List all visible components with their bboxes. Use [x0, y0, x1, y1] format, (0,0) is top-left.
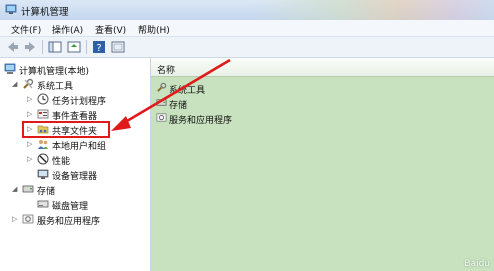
- back-arrow-icon[interactable]: [5, 39, 21, 55]
- details-pane: 名称 系统工具 存储 服务和应用程序 Baidu: [151, 58, 494, 271]
- menu-action[interactable]: 操作(A): [52, 23, 83, 36]
- title-bar: 计算机管理: [0, 0, 494, 21]
- watermark: Baidu: [464, 259, 490, 269]
- console-tree: 计算机管理(本地) ◢ 系统工具 ▷ 任务计划程序 ▷ 事件查看器 ▷ 共享文件…: [0, 58, 151, 271]
- column-header-name: 名称: [157, 66, 176, 76]
- clock-icon: [37, 93, 49, 105]
- expand-icon[interactable]: ▷: [12, 215, 20, 223]
- refresh-list-icon[interactable]: [66, 39, 82, 55]
- tree-label-local-users: 本地用户和组: [52, 142, 107, 152]
- storage-icon: [22, 185, 34, 193]
- list-item-label: 存储: [169, 101, 188, 111]
- tree-label-performance: 性能: [52, 157, 71, 167]
- disk-management-icon: [37, 200, 49, 208]
- forward-arrow-icon[interactable]: [22, 39, 38, 55]
- expand-icon[interactable]: ▷: [27, 95, 35, 103]
- toolbar-separator: [42, 40, 43, 54]
- console-tree-icon[interactable]: [47, 39, 63, 55]
- collapse-icon[interactable]: ◢: [12, 185, 20, 193]
- services-icon: [22, 214, 34, 224]
- computer-management-icon: [5, 4, 17, 14]
- column-header[interactable]: 名称: [151, 58, 494, 77]
- users-icon: [38, 140, 48, 149]
- computer-icon: [4, 63, 16, 74]
- properties-icon[interactable]: [110, 39, 126, 55]
- tree-label-system-tools: 系统工具: [37, 82, 74, 92]
- toolbar: ?: [0, 37, 494, 58]
- svg-text:?: ?: [96, 43, 101, 54]
- list-item-label: 系统工具: [169, 86, 206, 96]
- tree-label-task-scheduler: 任务计划程序: [52, 97, 107, 107]
- window-title: 计算机管理: [21, 7, 69, 18]
- menu-help[interactable]: 帮助(H): [138, 23, 170, 36]
- menu-bar: 文件(F) 操作(A) 查看(V) 帮助(H): [0, 20, 494, 37]
- menu-view[interactable]: 查看(V): [95, 23, 126, 36]
- performance-icon: [37, 153, 49, 165]
- toolbar-separator-2: [86, 40, 87, 54]
- expand-icon[interactable]: ▷: [27, 140, 35, 148]
- event-viewer-icon: [37, 109, 49, 119]
- list-item-label: 服务和应用程序: [169, 116, 233, 126]
- tree-label-services-apps: 服务和应用程序: [37, 217, 101, 227]
- collapse-icon[interactable]: ◢: [12, 80, 20, 88]
- tree-label-device-manager: 设备管理器: [52, 172, 98, 182]
- help-icon[interactable]: ?: [91, 39, 107, 55]
- menu-file[interactable]: 文件(F): [11, 23, 41, 36]
- tree-label-storage: 存储: [37, 187, 56, 197]
- expand-icon[interactable]: ▷: [27, 110, 35, 118]
- device-manager-icon: [37, 169, 49, 179]
- tools-icon: [157, 82, 167, 92]
- expand-icon[interactable]: ▷: [27, 155, 35, 163]
- tree-label-disk-management: 磁盘管理: [52, 202, 89, 212]
- highlight-box: [22, 121, 110, 138]
- storage-icon: [156, 99, 167, 106]
- services-icon: [156, 113, 167, 122]
- tree-label-root: 计算机管理(本地): [19, 67, 90, 77]
- tools-icon: [23, 78, 34, 89]
- title-bar-background-blur: [254, 0, 494, 20]
